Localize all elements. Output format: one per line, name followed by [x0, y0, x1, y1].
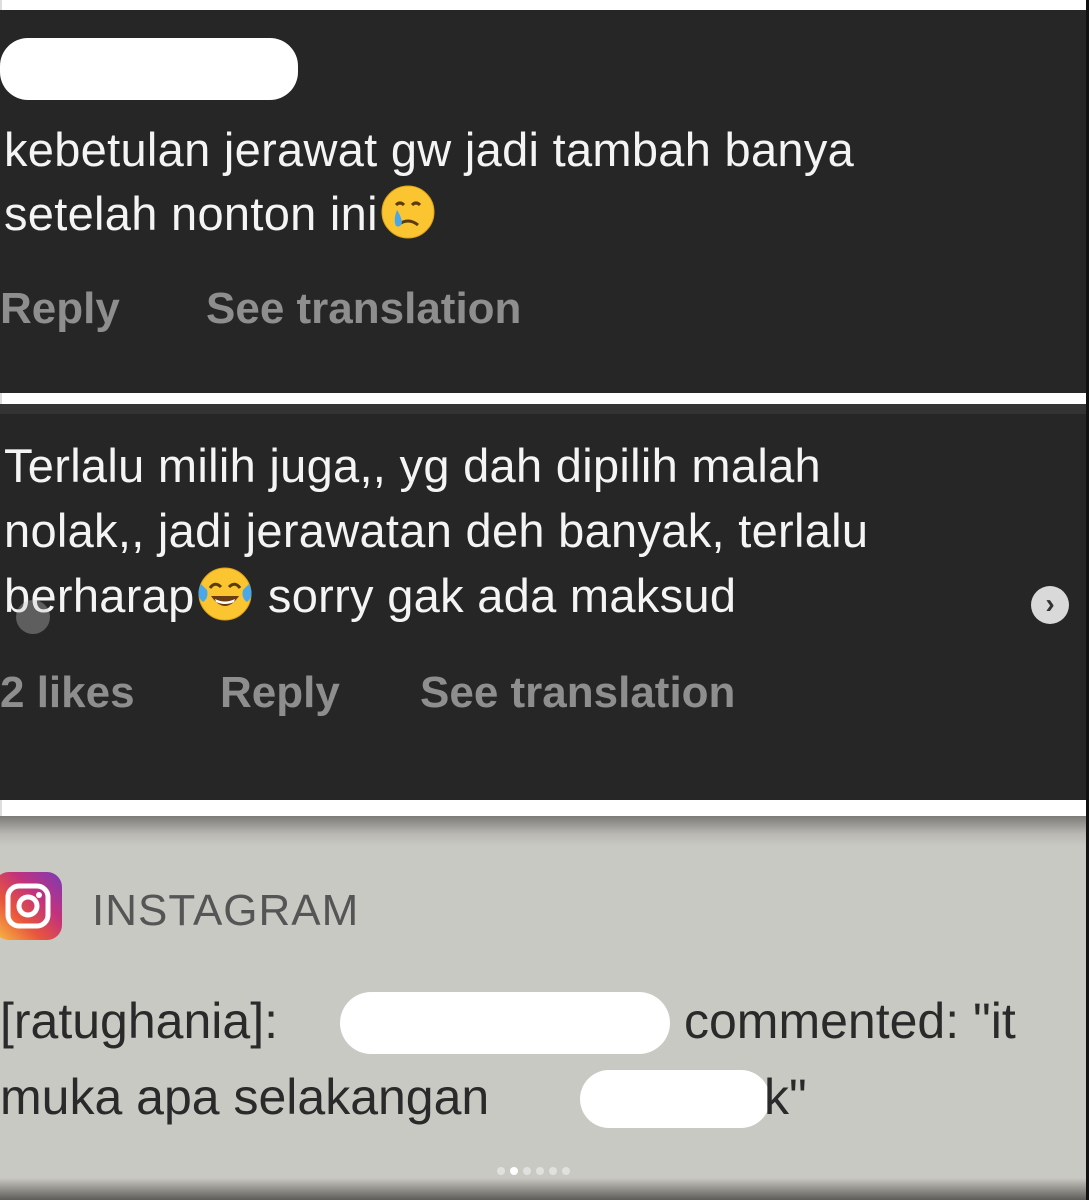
- comment-text-fragment: setelah nonton ini: [4, 187, 378, 240]
- pager-dot-active: [510, 1167, 518, 1175]
- pager-dot: [536, 1167, 544, 1175]
- photo-edge: [0, 816, 1086, 846]
- comment-text-line: kebetulan jerawat gw jadi tambah banya: [4, 123, 855, 176]
- instagram-notification[interactable]: INSTAGRAM [ratughania]: commented: "it m…: [0, 816, 1086, 1200]
- crying-face-icon: [381, 185, 435, 239]
- notification-text-fragment: commented: "it: [684, 993, 1016, 1049]
- see-translation-link[interactable]: See translation: [206, 284, 521, 334]
- comment-text-line: Terlalu milih juga,, yg dah dipilih mala…: [4, 439, 821, 492]
- pager-dot: [523, 1167, 531, 1175]
- comment-text-line: nolak,, jadi jerawatan deh banyak, terla…: [4, 504, 869, 557]
- camera-glyph-icon: [5, 883, 51, 929]
- comment-text-fragment: sorry gak ada maksud: [254, 569, 737, 622]
- pager-dot: [549, 1167, 557, 1175]
- notification-text-fragment: k": [764, 1069, 807, 1125]
- photo-edge: [0, 1178, 1086, 1200]
- carousel-pager: [497, 1167, 570, 1175]
- pager-dot: [497, 1167, 505, 1175]
- see-translation-link[interactable]: See translation: [420, 668, 735, 718]
- redacted-word: [580, 1070, 770, 1128]
- comment-text-line: setelah nonton ini: [4, 182, 438, 245]
- comment-actions: Reply See translation: [0, 284, 521, 334]
- cropped-username-strip: [0, 404, 1086, 414]
- next-arrow-icon[interactable]: ›: [1031, 586, 1069, 624]
- notification-text-line: muka apa selakangan: [0, 1069, 490, 1125]
- comment-text-line: berharap sorry gak ada maksud: [4, 564, 736, 627]
- notification-app-name: INSTAGRAM: [92, 886, 360, 935]
- redacted-username: [340, 992, 670, 1054]
- likes-count[interactable]: 2 likes: [0, 668, 220, 718]
- redacted-username: [0, 38, 298, 100]
- comment-card-2: Terlalu milih juga,, yg dah dipilih mala…: [0, 404, 1086, 800]
- notification-text-fragment: [ratughania]:: [0, 993, 278, 1049]
- instagram-logo-icon: [0, 872, 62, 940]
- comment-card-1: kebetulan jerawat gw jadi tambah banya s…: [0, 10, 1086, 393]
- notification-text-line: [ratughania]:: [0, 992, 278, 1050]
- reply-button[interactable]: Reply: [220, 668, 420, 718]
- pager-dot: [562, 1167, 570, 1175]
- comment-actions: 2 likes Reply See translation: [0, 668, 735, 718]
- reply-button[interactable]: Reply: [0, 284, 206, 334]
- tears-of-joy-icon: [197, 567, 252, 621]
- previous-arrow-icon[interactable]: [16, 600, 50, 634]
